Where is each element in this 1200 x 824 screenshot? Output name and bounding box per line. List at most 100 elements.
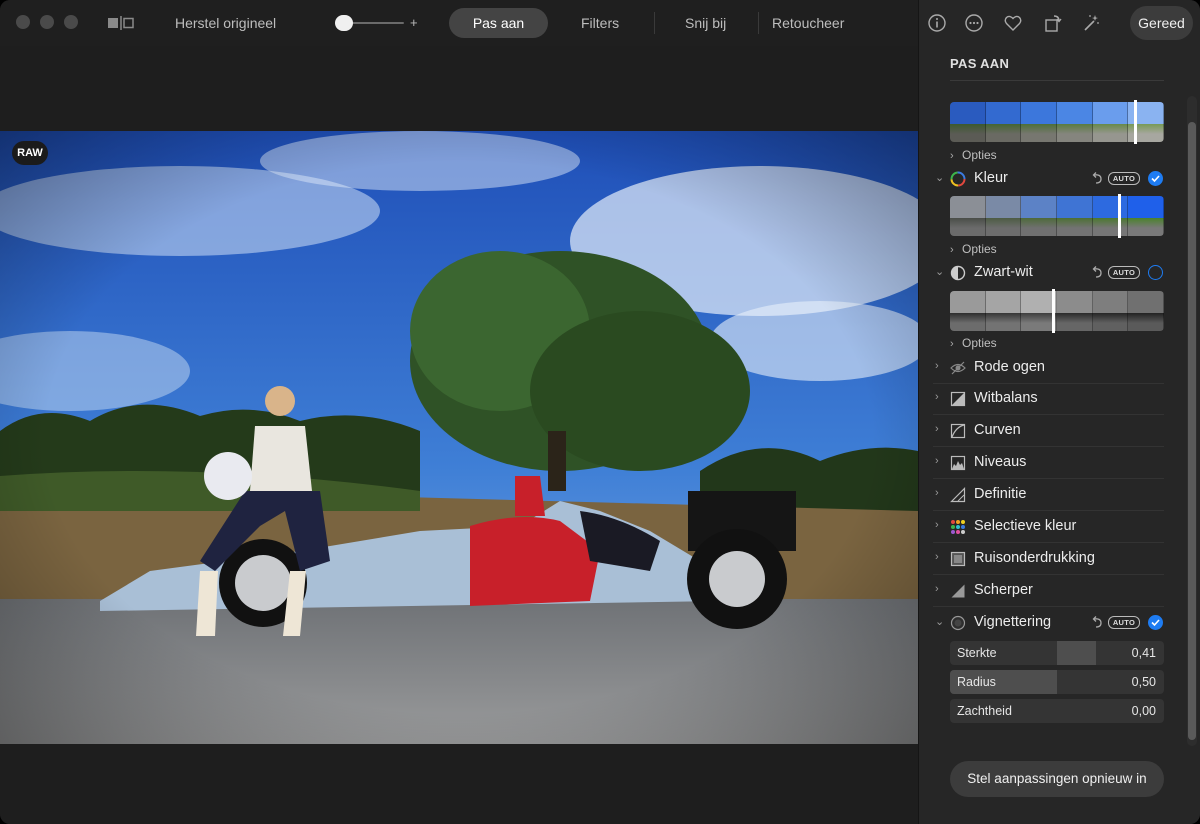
- revert-original-button[interactable]: Herstel origineel: [175, 0, 276, 46]
- color-thumbnail-strip[interactable]: [950, 196, 1164, 236]
- panel-title: PAS AAN: [950, 56, 1010, 71]
- panel-toolbar: Gereed: [919, 0, 1200, 46]
- section-color[interactable]: ⌄ Kleur AUTO: [933, 163, 1164, 195]
- close-window-button[interactable]: [16, 15, 30, 29]
- color-wheel-icon: [950, 171, 966, 187]
- chevron-right-icon[interactable]: ›: [935, 583, 945, 595]
- slider-label: Sterkte: [957, 646, 997, 660]
- section-black-white[interactable]: ⌄ Zwart-wit AUTO: [933, 257, 1164, 289]
- slider-fill: [1057, 641, 1097, 665]
- section-levels-label: Niveaus: [974, 454, 1027, 470]
- section-white-balance[interactable]: › Witbalans: [933, 383, 1164, 415]
- options-label: Opties: [962, 336, 997, 350]
- half-circle-icon: [950, 265, 966, 281]
- options-label: Opties: [962, 148, 997, 162]
- section-color-label: Kleur: [974, 170, 1008, 186]
- black-white-thumbnail-strip[interactable]: [950, 291, 1164, 331]
- enable-checkbox[interactable]: [1148, 265, 1163, 280]
- vignette-radius-slider[interactable]: Radius 0,50: [950, 670, 1164, 694]
- options-label: Opties: [962, 242, 997, 256]
- section-curves-label: Curven: [974, 422, 1021, 438]
- color-thumbnail-marker[interactable]: [1118, 194, 1121, 238]
- section-black-white-label: Zwart-wit: [974, 264, 1033, 280]
- chevron-right-icon: ›: [950, 338, 954, 350]
- section-selective-color[interactable]: › Selectieve kleur: [933, 511, 1164, 543]
- zoom-window-button[interactable]: [64, 15, 78, 29]
- section-noise-reduction-label: Ruisonderdrukking: [974, 550, 1095, 566]
- section-red-eye[interactable]: › Rode ogen: [933, 352, 1164, 384]
- zoom-plus-icon[interactable]: +: [410, 0, 418, 46]
- toolbar: Herstel origineel + Pas aan Filters Snij…: [0, 0, 918, 46]
- noise-reduction-icon: [950, 551, 966, 567]
- selective-color-icon: [951, 520, 965, 534]
- section-sharpen[interactable]: › Scherper: [933, 575, 1164, 607]
- panel-scrollbar-thumb[interactable]: [1188, 122, 1196, 740]
- chevron-right-icon[interactable]: ›: [935, 360, 945, 372]
- auto-button[interactable]: AUTO: [1108, 266, 1140, 279]
- vignette-icon: [950, 615, 966, 631]
- chevron-right-icon[interactable]: ›: [935, 487, 945, 499]
- section-noise-reduction[interactable]: › Ruisonderdrukking: [933, 543, 1164, 575]
- black-white-options-toggle[interactable]: › Opties: [950, 336, 997, 350]
- light-thumbnail-marker[interactable]: [1134, 100, 1137, 144]
- color-options-toggle[interactable]: › Opties: [950, 242, 997, 256]
- section-curves[interactable]: › Curven: [933, 415, 1164, 447]
- zoom-slider-knob[interactable]: [335, 15, 353, 31]
- tab-filters[interactable]: Filters: [581, 0, 619, 46]
- levels-icon: [950, 455, 966, 471]
- section-red-eye-label: Rode ogen: [974, 359, 1045, 375]
- chevron-down-icon[interactable]: ⌄: [935, 265, 945, 278]
- info-icon[interactable]: [926, 12, 948, 34]
- tab-divider: [654, 12, 655, 34]
- slider-label: Zachtheid: [957, 704, 1012, 718]
- chevron-right-icon[interactable]: ›: [935, 391, 945, 403]
- section-sharpen-label: Scherper: [974, 582, 1033, 598]
- magic-wand-icon[interactable]: [1080, 12, 1102, 34]
- white-balance-icon: [950, 391, 966, 407]
- chevron-right-icon[interactable]: ›: [935, 519, 945, 531]
- raw-badge: RAW: [12, 141, 48, 165]
- minimize-window-button[interactable]: [40, 15, 54, 29]
- light-thumbnail-strip[interactable]: [950, 102, 1164, 142]
- section-vignette[interactable]: ⌄ Vignettering AUTO: [933, 607, 1164, 639]
- undo-icon[interactable]: [1090, 265, 1104, 279]
- chevron-right-icon: ›: [950, 244, 954, 256]
- auto-button[interactable]: AUTO: [1108, 172, 1140, 185]
- more-icon[interactable]: [963, 12, 985, 34]
- chevron-right-icon[interactable]: ›: [935, 455, 945, 467]
- undo-icon[interactable]: [1090, 171, 1104, 185]
- compare-icon[interactable]: [107, 15, 135, 31]
- panel-scrollbar[interactable]: [1187, 96, 1197, 746]
- adjust-panel: Gereed PAS AAN › Opties ⌄ Kleur AUTO › O…: [918, 0, 1200, 824]
- edited-photo[interactable]: [0, 131, 918, 744]
- vignette-strength-slider[interactable]: Sterkte 0,41: [950, 641, 1164, 665]
- enable-checkbox[interactable]: [1148, 171, 1163, 186]
- chevron-right-icon[interactable]: ›: [935, 551, 945, 563]
- tab-divider: [758, 12, 759, 34]
- heart-icon[interactable]: [1002, 12, 1024, 34]
- tab-retouch[interactable]: Retoucheer: [772, 0, 844, 46]
- black-white-thumbnail-marker[interactable]: [1052, 289, 1055, 333]
- chevron-down-icon[interactable]: ⌄: [935, 171, 945, 184]
- section-levels[interactable]: › Niveaus: [933, 447, 1164, 479]
- chevron-right-icon[interactable]: ›: [935, 423, 945, 435]
- definition-icon: [950, 487, 966, 503]
- section-white-balance-label: Witbalans: [974, 390, 1038, 406]
- reset-adjustments-button[interactable]: Stel aanpassingen opnieuw in: [950, 761, 1164, 797]
- tab-crop[interactable]: Snij bij: [685, 0, 726, 46]
- section-definition[interactable]: › Definitie: [933, 479, 1164, 511]
- photo-canvas: [0, 46, 918, 824]
- enable-checkbox[interactable]: [1148, 615, 1163, 630]
- light-options-toggle[interactable]: › Opties: [950, 148, 997, 162]
- vignette-softness-slider[interactable]: Zachtheid 0,00: [950, 699, 1164, 723]
- section-vignette-label: Vignettering: [974, 614, 1052, 630]
- slider-value: 0,00: [1131, 704, 1156, 718]
- auto-button[interactable]: AUTO: [1108, 616, 1140, 629]
- rotate-icon[interactable]: [1042, 12, 1064, 34]
- chevron-down-icon[interactable]: ⌄: [935, 615, 945, 628]
- chevron-right-icon: ›: [950, 150, 954, 162]
- undo-icon[interactable]: [1090, 615, 1104, 629]
- sharpen-icon: [951, 584, 965, 598]
- tab-adjust[interactable]: Pas aan: [449, 8, 548, 38]
- done-button[interactable]: Gereed: [1130, 6, 1193, 40]
